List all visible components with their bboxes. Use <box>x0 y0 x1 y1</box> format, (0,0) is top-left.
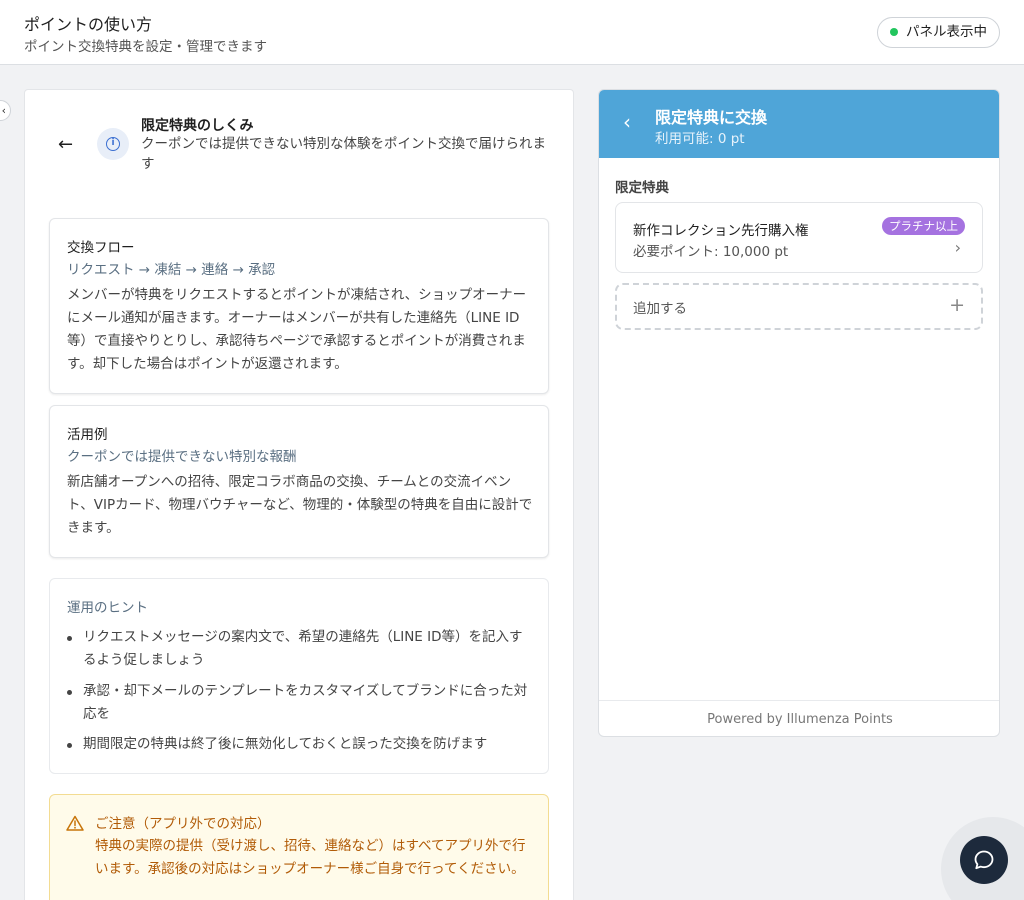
back-arrow-icon[interactable]: ← <box>58 134 73 155</box>
rewards-section-label: 限定特典 <box>615 180 669 196</box>
tips-title: 運用のヒント <box>67 600 148 616</box>
section-description: クーポンでは提供できない特別な体験をポイント交換で届けられます <box>141 136 546 172</box>
preview-panel: ‹ 限定特典に交換 利用可能: 0 pt 限定特典 新作コレクション先行購入権 … <box>598 89 1000 737</box>
exchange-flow-card: 交換フロー リクエスト → 凍結 → 連絡 → 承認 メンバーが特典をリクエスト… <box>49 218 549 394</box>
top-bar: ポイントの使い方 ポイント交換特典を設定・管理できます パネル表示中 <box>0 0 1024 65</box>
section-title: 限定特典のしくみ <box>141 118 254 134</box>
sidebar-toggle-icon[interactable]: ‹ <box>0 100 11 121</box>
plus-icon: + <box>949 294 965 316</box>
tips-card: 運用のヒント リクエストメッセージの案内文で、希望の連絡先（LINE ID等）を… <box>49 578 549 774</box>
card-title: 交換フロー <box>67 240 135 256</box>
tip-item: 期間限定の特典は終了後に無効化しておくと誤った交換を防げます <box>67 733 533 756</box>
reward-item[interactable]: 新作コレクション先行購入権 必要ポイント: 10,000 pt プラチナ以上 › <box>615 202 983 273</box>
card-subtitle: リクエスト → 凍結 → 連絡 → 承認 <box>67 262 276 278</box>
card-title: 活用例 <box>67 427 108 443</box>
reward-points: 必要ポイント: 10,000 pt <box>633 244 789 260</box>
available-points: 利用可能: 0 pt <box>655 131 745 147</box>
tip-item: リクエストメッセージの案内文で、希望の連絡先（LINE ID等）を記入するよう促… <box>67 626 533 672</box>
panel-status-button[interactable]: パネル表示中 <box>877 17 1000 48</box>
warning-card: ご注意（アプリ外での対応） 特典の実際の提供（受け渡し、招待、連絡など）はすべて… <box>49 794 549 900</box>
preview-header: ‹ 限定特典に交換 利用可能: 0 pt <box>599 90 999 158</box>
add-reward-button[interactable]: 追加する + <box>615 283 983 330</box>
status-dot-icon <box>890 28 898 36</box>
warning-body: 特典の実際の提供（受け渡し、招待、連絡など）はすべてアプリ外で行います。承認後の… <box>95 838 526 877</box>
chevron-left-icon[interactable]: ‹ <box>623 110 631 134</box>
guide-panel: ← i 限定特典のしくみ クーポンでは提供できない特別な体験をポイント交換で届け… <box>24 89 574 900</box>
page-title: ポイントの使い方 <box>24 15 153 34</box>
reward-name: 新作コレクション先行購入権 <box>633 223 809 239</box>
card-body: メンバーが特典をリクエストするとポイントが凍結され、ショップオーナーにメール通知… <box>67 287 527 372</box>
warning-icon <box>66 815 84 831</box>
powered-by-footer: Powered by Illumenza Points <box>599 700 999 736</box>
tier-badge: プラチナ以上 <box>882 217 965 235</box>
panel-status-label: パネル表示中 <box>906 24 987 40</box>
page-subtitle: ポイント交換特典を設定・管理できます <box>24 39 267 55</box>
chevron-right-icon: › <box>954 238 961 257</box>
use-cases-card: 活用例 クーポンでは提供できない特別な報酬 新店舗オープンへの招待、限定コラボ商… <box>49 405 549 558</box>
info-icon: i <box>97 128 129 160</box>
warning-title: ご注意（アプリ外での対応） <box>95 816 271 832</box>
preview-title: 限定特典に交換 <box>655 108 768 127</box>
chat-bubble-icon <box>974 850 994 870</box>
card-body: 新店舗オープンへの招待、限定コラボ商品の交換、チームとの交流イベント、VIPカー… <box>67 474 533 536</box>
tip-item: 承認・却下メールのテンプレートをカスタマイズしてブランドに合った対応を <box>67 680 533 726</box>
card-subtitle: クーポンでは提供できない特別な報酬 <box>67 449 297 465</box>
add-label: 追加する <box>633 301 687 317</box>
chat-button[interactable] <box>960 836 1008 884</box>
